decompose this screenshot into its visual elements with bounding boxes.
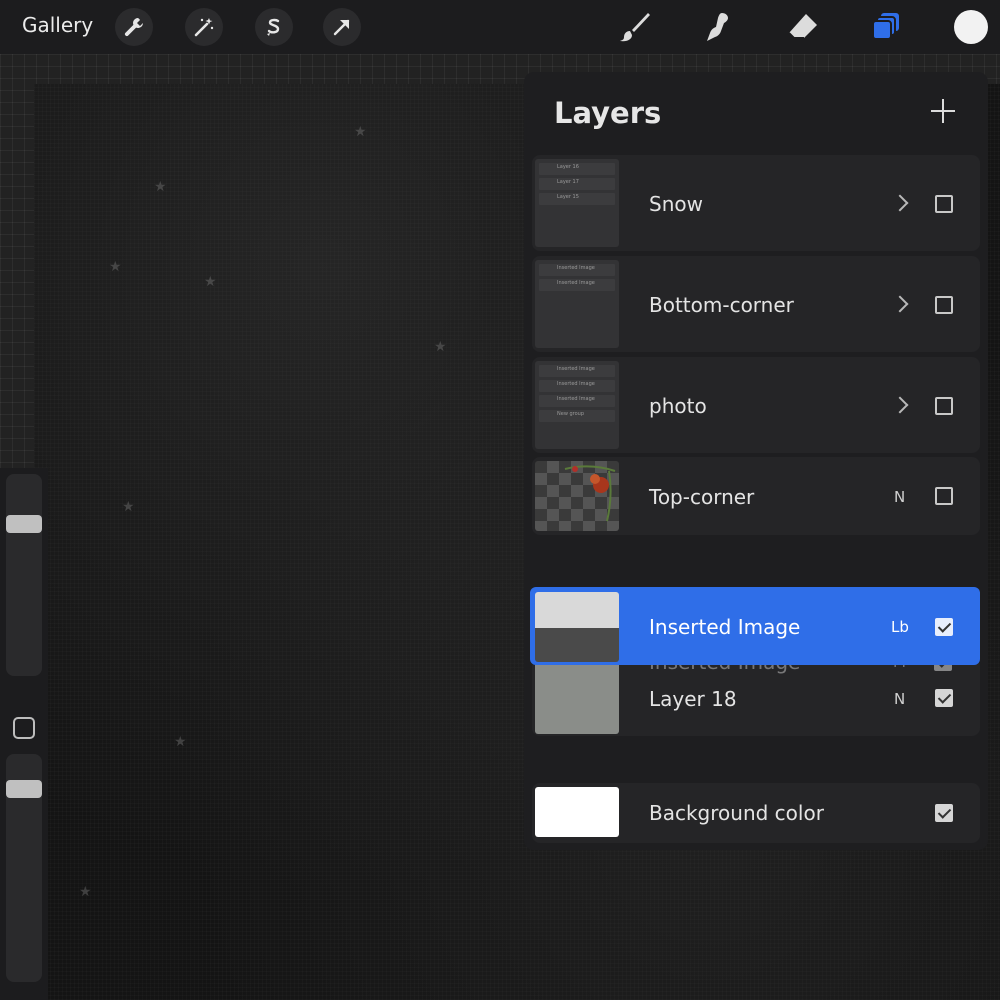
top-toolbar: Gallery — [0, 0, 1000, 54]
star-decoration: ★ — [79, 884, 92, 900]
visibility-checkbox[interactable] — [935, 195, 953, 213]
smudge-icon — [707, 13, 728, 41]
panel-title: Layers — [554, 96, 662, 130]
layers-button[interactable] — [866, 7, 906, 47]
magic-wand-icon — [194, 18, 214, 37]
arrow-cursor-icon — [333, 19, 350, 36]
eraser-button[interactable] — [783, 7, 823, 47]
layer-thumbnail — [535, 662, 619, 734]
star-decoration: ★ — [434, 339, 447, 355]
plus-icon[interactable] — [928, 96, 958, 126]
layer-thumbnail — [535, 592, 619, 662]
star-decoration: ★ — [354, 124, 367, 140]
chevron-right-icon[interactable] — [891, 396, 909, 414]
layer-top-corner[interactable]: Top-corner N — [532, 457, 980, 535]
color-picker-button[interactable] — [954, 10, 988, 44]
brush-size-slider[interactable] — [6, 474, 42, 676]
layer-group-bottom-corner[interactable]: Inserted Image Inserted Image Bottom-cor… — [532, 256, 980, 352]
layer-thumbnail — [535, 461, 619, 531]
layer-background-color[interactable]: Background color — [532, 783, 980, 843]
visibility-checkbox[interactable] — [935, 397, 953, 415]
blend-mode[interactable]: N — [894, 690, 905, 708]
layer-name: Background color — [649, 801, 824, 825]
layer-name: Bottom-corner — [649, 293, 794, 317]
star-decoration: ★ — [174, 734, 187, 750]
layer-name: Layer 18 — [649, 687, 737, 711]
chevron-right-icon[interactable] — [891, 295, 909, 313]
gallery-button[interactable]: Gallery — [22, 13, 93, 37]
actions-button[interactable] — [115, 8, 153, 46]
selection-button[interactable] — [255, 8, 293, 46]
brush-button[interactable] — [615, 7, 655, 47]
opacity-thumb[interactable] — [6, 780, 42, 798]
star-decoration: ★ — [204, 274, 217, 290]
chevron-right-icon[interactable] — [891, 194, 909, 212]
visibility-checkbox[interactable] — [935, 487, 953, 505]
layer-group-photo[interactable]: Inserted Image Inserted Image Inserted I… — [532, 357, 980, 453]
transform-button[interactable] — [323, 8, 361, 46]
layer-group-snow[interactable]: Layer 16 Layer 17 Layer 15 Snow — [532, 155, 980, 251]
visibility-checkbox[interactable] — [935, 296, 953, 314]
group-thumbnail: Layer 16 Layer 17 Layer 15 — [535, 159, 619, 247]
group-thumbnail: Inserted Image Inserted Image — [535, 260, 619, 348]
layer-name: Snow — [649, 192, 703, 216]
layer-name: Inserted Image — [649, 615, 801, 639]
procreate-app: Gallery ★ ★ ★ ★ ★ ★ ★ ★ Layers Layer 16 … — [0, 0, 1000, 1000]
eraser-icon — [788, 14, 817, 39]
visibility-checkbox[interactable] — [935, 618, 953, 636]
wrench-icon — [124, 18, 143, 37]
visibility-checkbox[interactable] — [935, 804, 953, 822]
layer-name: photo — [649, 394, 707, 418]
smudge-button[interactable] — [698, 7, 738, 47]
background-color-swatch[interactable] — [535, 787, 619, 837]
group-thumbnail: Inserted Image Inserted Image Inserted I… — [535, 361, 619, 449]
modify-button[interactable] — [13, 717, 35, 739]
brush-icon — [620, 13, 650, 42]
brush-size-thumb[interactable] — [6, 515, 42, 533]
star-decoration: ★ — [154, 179, 167, 195]
flower-corner-icon — [564, 465, 616, 522]
star-decoration: ★ — [109, 259, 122, 275]
star-decoration: ★ — [122, 499, 135, 515]
selection-s-icon — [267, 18, 280, 36]
layers-icon — [872, 13, 899, 40]
layer-name: Top-corner — [649, 485, 755, 509]
blend-mode[interactable]: Lb — [891, 618, 909, 636]
adjustments-button[interactable] — [185, 8, 223, 46]
blend-mode[interactable]: N — [894, 488, 905, 506]
left-sidebar — [0, 468, 48, 1000]
visibility-checkbox[interactable] — [935, 689, 953, 707]
